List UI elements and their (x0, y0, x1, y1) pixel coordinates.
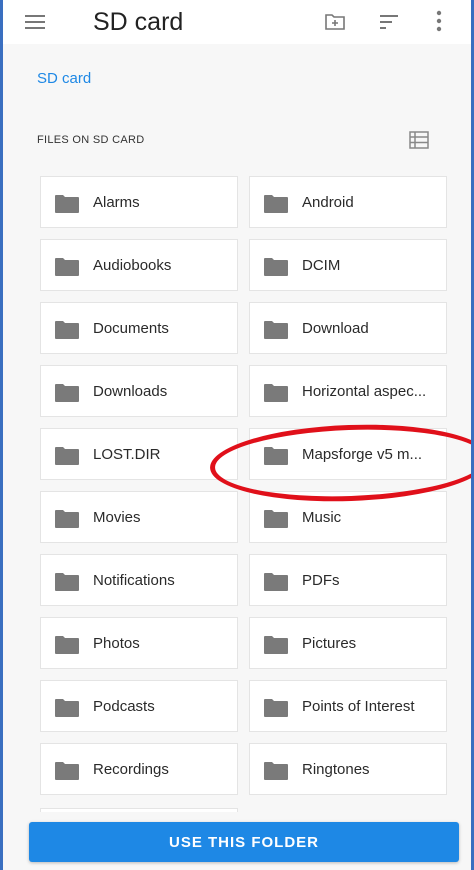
folder-icon (55, 195, 79, 213)
folder-label: Download (302, 320, 369, 337)
bottom-bar: USE THIS FOLDER (3, 812, 471, 870)
folder-icon (55, 510, 79, 528)
folder-icon (264, 321, 288, 339)
breadcrumb: SD card (3, 44, 471, 110)
folder-label: Notifications (93, 572, 175, 589)
more-vert-icon[interactable] (431, 8, 447, 34)
folder-card[interactable]: PDFs (249, 554, 447, 606)
folder-label: Horizontal aspec... (302, 383, 427, 400)
hamburger-menu-icon[interactable] (23, 12, 47, 32)
folder-icon (55, 321, 79, 339)
folder-card[interactable]: LOST.DIR (40, 428, 238, 480)
folder-icon (264, 195, 288, 213)
folder-icon (264, 573, 288, 591)
folder-label: Ringtones (302, 761, 370, 778)
folder-card[interactable]: Podcasts (40, 680, 238, 732)
folder-card[interactable]: Audiobooks (40, 239, 238, 291)
folder-icon (264, 636, 288, 654)
folder-label: DCIM (302, 257, 341, 274)
folder-label: Points of Interest (302, 698, 415, 715)
folder-label: Movies (93, 509, 141, 526)
folder-icon (55, 636, 79, 654)
breadcrumb-item-sd-card[interactable]: SD card (37, 70, 91, 87)
app-bar: SD card (3, 0, 471, 44)
folder-icon (55, 447, 79, 465)
folder-icon (264, 447, 288, 465)
folder-label: Podcasts (93, 698, 155, 715)
folder-icon (55, 699, 79, 717)
folder-label: Audiobooks (93, 257, 172, 274)
folder-label: Alarms (93, 194, 140, 211)
folder-label: Android (302, 194, 354, 211)
folder-card[interactable]: Horizontal aspec... (249, 365, 447, 417)
folder-card[interactable]: Alarms (40, 176, 238, 228)
folder-card[interactable]: Pictures (249, 617, 447, 669)
sort-icon[interactable] (377, 10, 401, 34)
folder-card[interactable]: Notifications (40, 554, 238, 606)
folder-label: PDFs (302, 572, 340, 589)
use-this-folder-button[interactable]: USE THIS FOLDER (29, 822, 459, 862)
folder-label: Downloads (93, 383, 168, 400)
folder-icon (264, 258, 288, 276)
list-view-icon[interactable] (409, 131, 429, 149)
folder-icon (55, 573, 79, 591)
folder-card[interactable]: Recordings (40, 743, 238, 795)
folder-icon (264, 699, 288, 717)
folder-card[interactable]: Movies (40, 491, 238, 543)
folder-label: Photos (93, 635, 140, 652)
folder-card[interactable]: Mapsforge v5 m... (249, 428, 447, 480)
folder-card[interactable]: Ringtones (249, 743, 447, 795)
folder-label: Documents (93, 320, 169, 337)
folder-label: Music (302, 509, 342, 526)
folder-label: Pictures (302, 635, 357, 652)
new-folder-icon[interactable] (323, 9, 347, 33)
folder-card[interactable]: DCIM (249, 239, 447, 291)
folder-card[interactable]: Music (249, 491, 447, 543)
folder-icon (55, 258, 79, 276)
folder-label: LOST.DIR (93, 446, 161, 463)
folder-icon (264, 384, 288, 402)
folder-card[interactable]: Download (249, 302, 447, 354)
section-heading: FILES ON SD CARD (37, 134, 145, 146)
app-title: SD card (93, 8, 184, 36)
folder-icon (264, 762, 288, 780)
folder-icon (55, 384, 79, 402)
folder-card[interactable]: Android (249, 176, 447, 228)
folder-card[interactable]: Documents (40, 302, 238, 354)
folder-card[interactable]: Downloads (40, 365, 238, 417)
screen: SD card SD card FILES ON SD CARD Alarms A… (0, 0, 474, 870)
folder-card[interactable]: Photos (40, 617, 238, 669)
folder-icon (264, 510, 288, 528)
folder-label: Recordings (93, 761, 169, 778)
folder-icon (55, 762, 79, 780)
folder-card[interactable]: Points of Interest (249, 680, 447, 732)
folder-label: Mapsforge v5 m... (302, 446, 423, 463)
